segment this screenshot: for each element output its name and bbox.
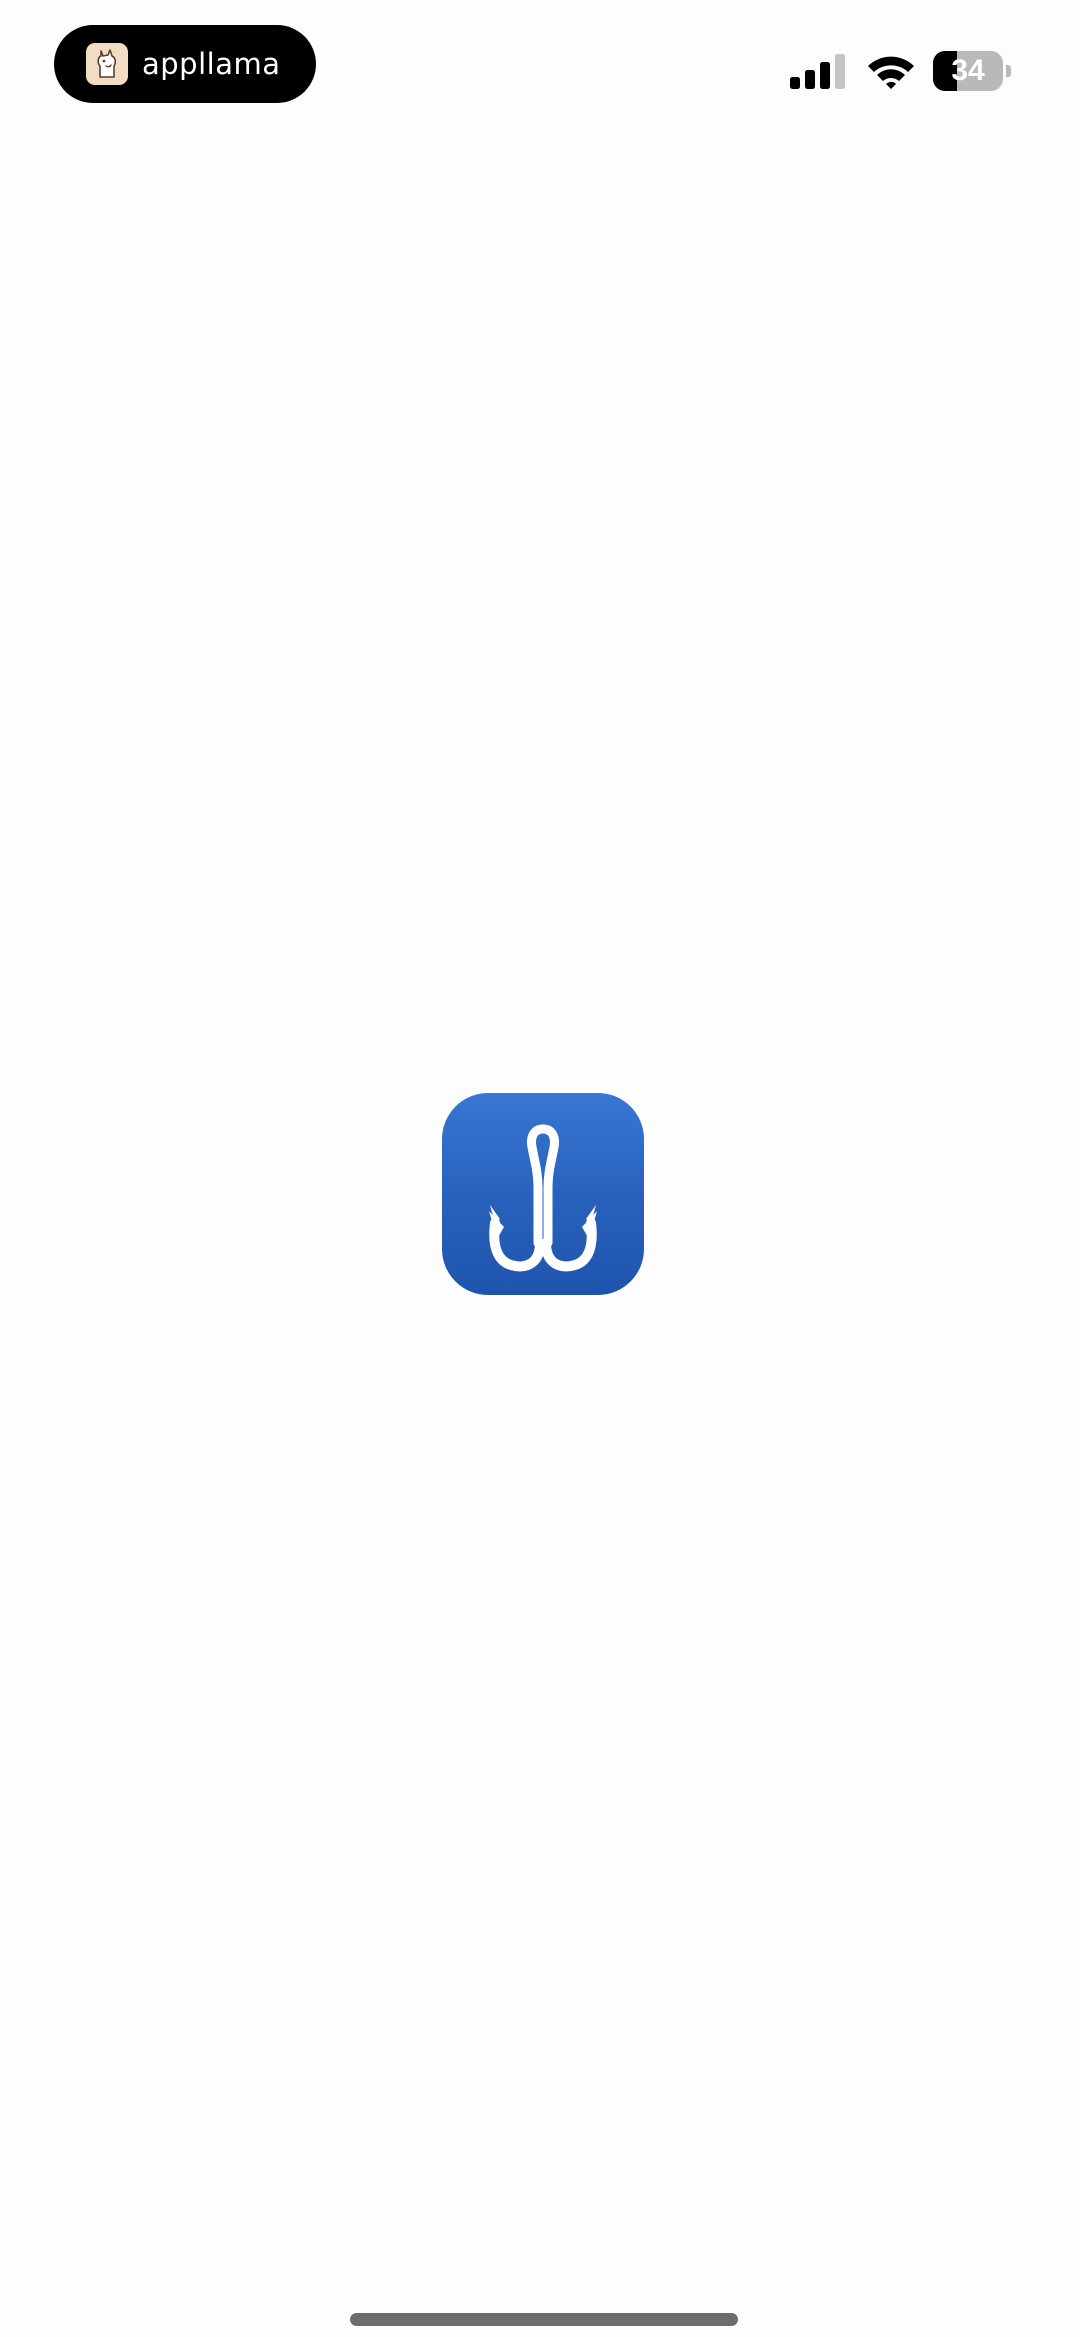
battery-icon: 34 [933, 51, 1013, 91]
llama-logo-icon [86, 43, 128, 85]
home-indicator[interactable] [350, 2313, 738, 2326]
fishing-hook-icon [442, 1093, 644, 1295]
recorder-label: appllama [142, 47, 281, 81]
cellular-signal-icon [790, 54, 845, 89]
battery-level: 34 [951, 54, 985, 87]
status-bar: appllama 34 [0, 0, 1080, 130]
appllama-recording-pill[interactable]: appllama [54, 25, 316, 103]
wifi-icon [868, 56, 914, 89]
